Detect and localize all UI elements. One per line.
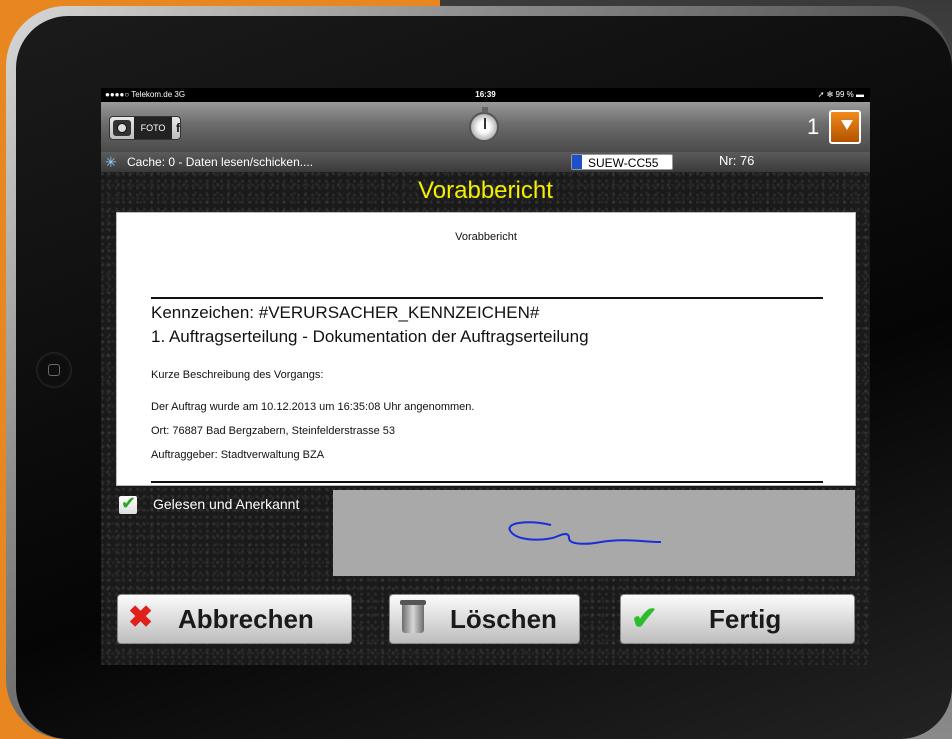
document-divider [151,297,823,299]
done-button-label: Fertig [709,604,782,634]
cache-status: Cache: 0 - Daten lesen/schicken.... [127,155,314,169]
document-heading: Vorabbericht [455,231,517,243]
description-label: Kurze Beschreibung des Vorgangs: [151,369,324,381]
camera-icon [113,120,131,136]
document-divider-bottom [151,481,823,483]
battery-text: ➚ ✻ 99 % ▬ [817,90,864,99]
report-document[interactable]: Vorabbericht Kennzeichen: #VERURSACHER_K… [116,212,856,486]
delete-button[interactable]: Löschen [389,594,580,644]
stopwatch-icon[interactable] [469,107,499,142]
document-content: Vorabbericht Kennzeichen: #VERURSACHER_K… [125,213,847,485]
foto-button-extra: f [176,121,180,135]
x-icon: ✖ [128,601,154,634]
checkmark-icon: ✔ [631,600,658,636]
sync-icon: ✳ [105,154,117,170]
client-text: Auftraggeber: Stadtverwaltung BZA [151,449,325,461]
trash-icon [400,600,426,633]
acceptance-text: Der Auftrag wurde am 10.12.2013 um 16:35… [151,401,475,413]
confirm-label: Gelesen und Anerkannt [153,496,300,512]
package-icon[interactable] [829,110,861,144]
license-plate-text: SUEW-CC55 [588,156,659,170]
item-count: 1 [807,114,820,139]
signature-pad[interactable] [333,490,855,576]
confirm-checkbox[interactable] [119,493,137,514]
eu-plate-band [572,155,582,169]
app-screen: ●●●●○ Telekom.de 3G 16:39 ➚ ✻ 99 % ▬ FOT… [101,88,870,665]
location-text: Ort: 76887 Bad Bergzabern, Steinfelderst… [151,425,395,437]
info-bar: ✳ Cache: 0 - Daten lesen/schicken.... SU… [101,152,870,172]
section-heading: 1. Auftragserteilung - Dokumentation der… [151,327,589,346]
order-number: Nr: 76 [719,153,755,168]
status-bar: ●●●●○ Telekom.de 3G 16:39 ➚ ✻ 99 % ▬ [101,88,870,102]
license-plate-line: Kennzeichen: #VERURSACHER_KENNZEICHEN# [151,303,540,322]
home-square-icon [48,364,60,376]
cancel-button[interactable]: ✖ Abbrechen [117,594,352,644]
home-button[interactable] [36,352,72,388]
cancel-button-label: Abbrechen [178,604,314,634]
clock-text: 16:39 [475,90,496,99]
license-plate: SUEW-CC55 [571,154,673,170]
foto-button[interactable]: FOTO f [109,116,181,140]
page-title: Vorabbericht [418,177,553,204]
foto-button-label: FOTO [134,117,172,139]
signature-stroke [508,521,662,545]
delete-button-label: Löschen [450,604,557,634]
toolbar: FOTO f 1 [101,102,870,152]
done-button[interactable]: ✔ Fertig [620,594,855,644]
